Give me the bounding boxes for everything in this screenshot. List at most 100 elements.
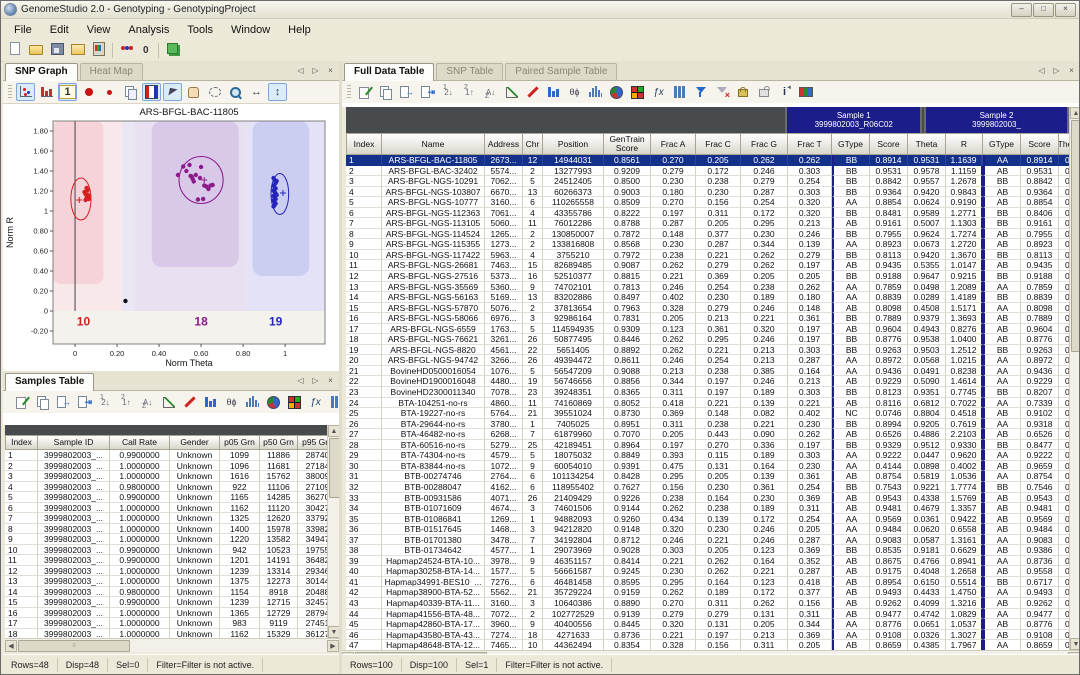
bar-chart-icon[interactable] xyxy=(544,83,563,101)
table-row[interactable]: 20ARS-BFGL-NGS-947423266...26493944720.8… xyxy=(346,355,1069,366)
table-row[interactable]: 173999802003_...1.0000000Unknown98391192… xyxy=(5,618,327,629)
report-icon[interactable] xyxy=(89,39,108,57)
table-row[interactable]: 27BTA-46482-no-rs6268...7618799600.70700… xyxy=(346,429,1069,440)
zoom-icon[interactable] xyxy=(226,83,245,101)
column-header[interactable]: Frac C xyxy=(696,133,741,155)
table-row[interactable]: 37BTB-017013803478...7341928040.87120.24… xyxy=(346,535,1069,546)
fx-icon[interactable] xyxy=(306,393,325,411)
table-row[interactable]: 15ARS-BFGL-NGS-578705076...2378136540.79… xyxy=(346,303,1069,314)
column-header[interactable]: Score xyxy=(1021,133,1059,155)
table-row[interactable]: 11ARS-BFGL-NGS-266817463...15826894850.9… xyxy=(346,260,1069,271)
save-icon[interactable] xyxy=(47,39,66,57)
column-header[interactable]: Chr xyxy=(523,133,543,155)
new-project-folder-icon[interactable] xyxy=(68,39,87,57)
box-plot-icon[interactable] xyxy=(565,83,584,101)
minimize-button[interactable]: – xyxy=(1011,3,1032,17)
menu-edit[interactable]: Edit xyxy=(41,21,78,39)
columns-icon[interactable] xyxy=(670,83,689,101)
table-row[interactable]: 31BTB-002747462764...61011342540.84280.2… xyxy=(346,471,1069,482)
table-row[interactable]: 46Hapmap43580-BTA-43...7274...1842716330… xyxy=(346,630,1069,641)
close-button[interactable]: × xyxy=(1055,3,1076,17)
fit-width-icon[interactable] xyxy=(247,83,266,101)
scroll-up-icon[interactable]: ▲ xyxy=(1070,107,1080,119)
table-row[interactable]: 16ARS-BFGL-NGS-580666976...3929861640.78… xyxy=(346,313,1069,324)
table-row[interactable]: 133999802003_...1.0000000Unknown13751227… xyxy=(5,576,327,587)
project-stack-icon[interactable] xyxy=(163,39,182,57)
table-row[interactable]: 22BovineHD19000160484480...19567466560.8… xyxy=(346,376,1069,387)
scroll-right-icon[interactable]: ▶ xyxy=(327,640,339,652)
heatmap-icon[interactable] xyxy=(285,393,304,411)
column-header[interactable]: Sample ID xyxy=(38,435,110,450)
maximize-button[interactable]: □ xyxy=(1033,3,1054,17)
table-row[interactable]: 93999802003_...1.0000000Unknown122013582… xyxy=(5,534,327,545)
column-header[interactable]: Frac G xyxy=(741,133,788,155)
table-row[interactable]: 26BTA-29644-no-rs3780...174050250.89510.… xyxy=(346,419,1069,430)
table-row[interactable]: 18ARS-BFGL-NGS-766213261...26508774950.8… xyxy=(346,334,1069,345)
column-header[interactable]: Frac A xyxy=(651,133,696,155)
tab-full-data-table[interactable]: Full Data Table xyxy=(344,63,434,81)
table-row[interactable]: 45Hapmap42860-BTA-17...3960...9404005560… xyxy=(346,619,1069,630)
panel-close-icon[interactable]: × xyxy=(325,374,336,386)
column-header[interactable]: Position xyxy=(543,133,604,155)
scroll-thumb[interactable]: ≡ xyxy=(18,640,130,652)
table-row[interactable]: 7ARS-BFGL-NGS-1131055060...11760122860.8… xyxy=(346,218,1069,229)
scroll-left-icon[interactable]: ◀ xyxy=(5,640,17,652)
column-header[interactable]: GType xyxy=(983,133,1021,155)
line-chart-icon[interactable] xyxy=(502,83,521,101)
pie-icon[interactable] xyxy=(264,393,283,411)
tab-scroll-right-icon[interactable]: ▷ xyxy=(310,374,321,386)
scatter-mode-icon[interactable] xyxy=(16,83,35,101)
samples-hscrollbar[interactable]: ◀ ≡ ▶ xyxy=(5,638,339,652)
line-chart-icon[interactable] xyxy=(159,393,178,411)
table-row[interactable]: 1ARS-BFGL-BAC-118052673...12149440310.85… xyxy=(346,155,1069,166)
table-row[interactable]: 6ARS-BFGL-NGS-1123637061...4433557860.82… xyxy=(346,208,1069,219)
column-header[interactable]: p50 Grn xyxy=(260,435,298,450)
column-header[interactable]: Call Rate xyxy=(110,435,170,450)
scroll-down-icon[interactable]: ▼ xyxy=(1070,638,1080,650)
table-row[interactable]: 24BTA-104251-no-rs4860...11741608690.805… xyxy=(346,398,1069,409)
table-row[interactable]: 143999802003_...0.9800000Unknown11548918… xyxy=(5,587,327,598)
column-header[interactable]: Frac T xyxy=(788,133,832,155)
column-header[interactable]: Theta xyxy=(908,133,946,155)
column-header[interactable]: Theta xyxy=(1059,133,1069,155)
column-header[interactable]: p05 Grn xyxy=(220,435,260,450)
table-row[interactable]: 47Hapmap48648-BTA-12...7465...1044362494… xyxy=(346,640,1069,650)
tab-samples-table[interactable]: Samples Table xyxy=(5,373,94,391)
data-vscrollbar[interactable]: ▲ ▼ xyxy=(1069,107,1080,650)
sort-asc-icon[interactable] xyxy=(96,393,115,411)
export-out-icon[interactable] xyxy=(397,83,416,101)
table-row[interactable]: 34BTB-010716094674...3746015060.91440.26… xyxy=(346,503,1069,514)
table-row[interactable]: 41Hapmap34991-BES10_...7276...6464814580… xyxy=(346,577,1069,588)
column-header[interactable]: p95 Grn xyxy=(298,435,327,450)
table-row[interactable]: 19ARS-BFGL-NGS-88204561...2256514050.889… xyxy=(346,345,1069,356)
tab-scroll-left-icon[interactable]: ◁ xyxy=(295,64,306,76)
table-row[interactable]: 28BTA-60516-no-rs5279...25421894510.8964… xyxy=(346,440,1069,451)
column-header[interactable]: Score xyxy=(870,133,908,155)
table-row[interactable]: 32BTB-002880474162...61189554020.76270.1… xyxy=(346,482,1069,493)
legend-icon[interactable] xyxy=(796,83,815,101)
heatmap-icon[interactable] xyxy=(628,83,647,101)
table-row[interactable]: 183999802003_...1.0000000Unknown11621532… xyxy=(5,629,327,639)
edit-icon[interactable] xyxy=(355,83,374,101)
sample-number-icon[interactable] xyxy=(58,83,77,101)
column-header[interactable]: Address xyxy=(485,133,523,155)
panel-close-icon[interactable]: × xyxy=(325,64,336,76)
table-row[interactable]: 40Hapmap30258-BTA-14...1577...5566615870… xyxy=(346,566,1069,577)
tab-scroll-left-icon[interactable]: ◁ xyxy=(1036,64,1047,76)
tab-scroll-left-icon[interactable]: ◁ xyxy=(295,374,306,386)
fit-height-icon[interactable] xyxy=(268,83,287,101)
copy-icon[interactable] xyxy=(376,83,395,101)
column-header[interactable]: Index xyxy=(5,435,38,450)
column-header[interactable]: GType xyxy=(832,133,870,155)
open-folder-icon[interactable] xyxy=(26,39,45,57)
table-row[interactable]: 3ARS-BFGL-NGS-102917062...5245124050.850… xyxy=(346,176,1069,187)
table-row[interactable]: 43999802003_...0.9800000Unknown922111062… xyxy=(5,482,327,493)
menu-window[interactable]: Window xyxy=(222,21,279,39)
table-row[interactable]: 103999802003_...0.9900000Unknown94210523… xyxy=(5,545,327,556)
table-row[interactable]: 163999802003_...1.0000000Unknown13651272… xyxy=(5,608,327,619)
table-row[interactable]: 23999802003_...1.0000000Unknown109611681… xyxy=(5,461,327,472)
copy-icon[interactable] xyxy=(33,393,52,411)
table-row[interactable]: 14ARS-BFGL-NGS-561635169...13832028860.8… xyxy=(346,292,1069,303)
tab-heat-map[interactable]: Heat Map xyxy=(80,63,143,80)
menu-view[interactable]: View xyxy=(78,21,120,39)
